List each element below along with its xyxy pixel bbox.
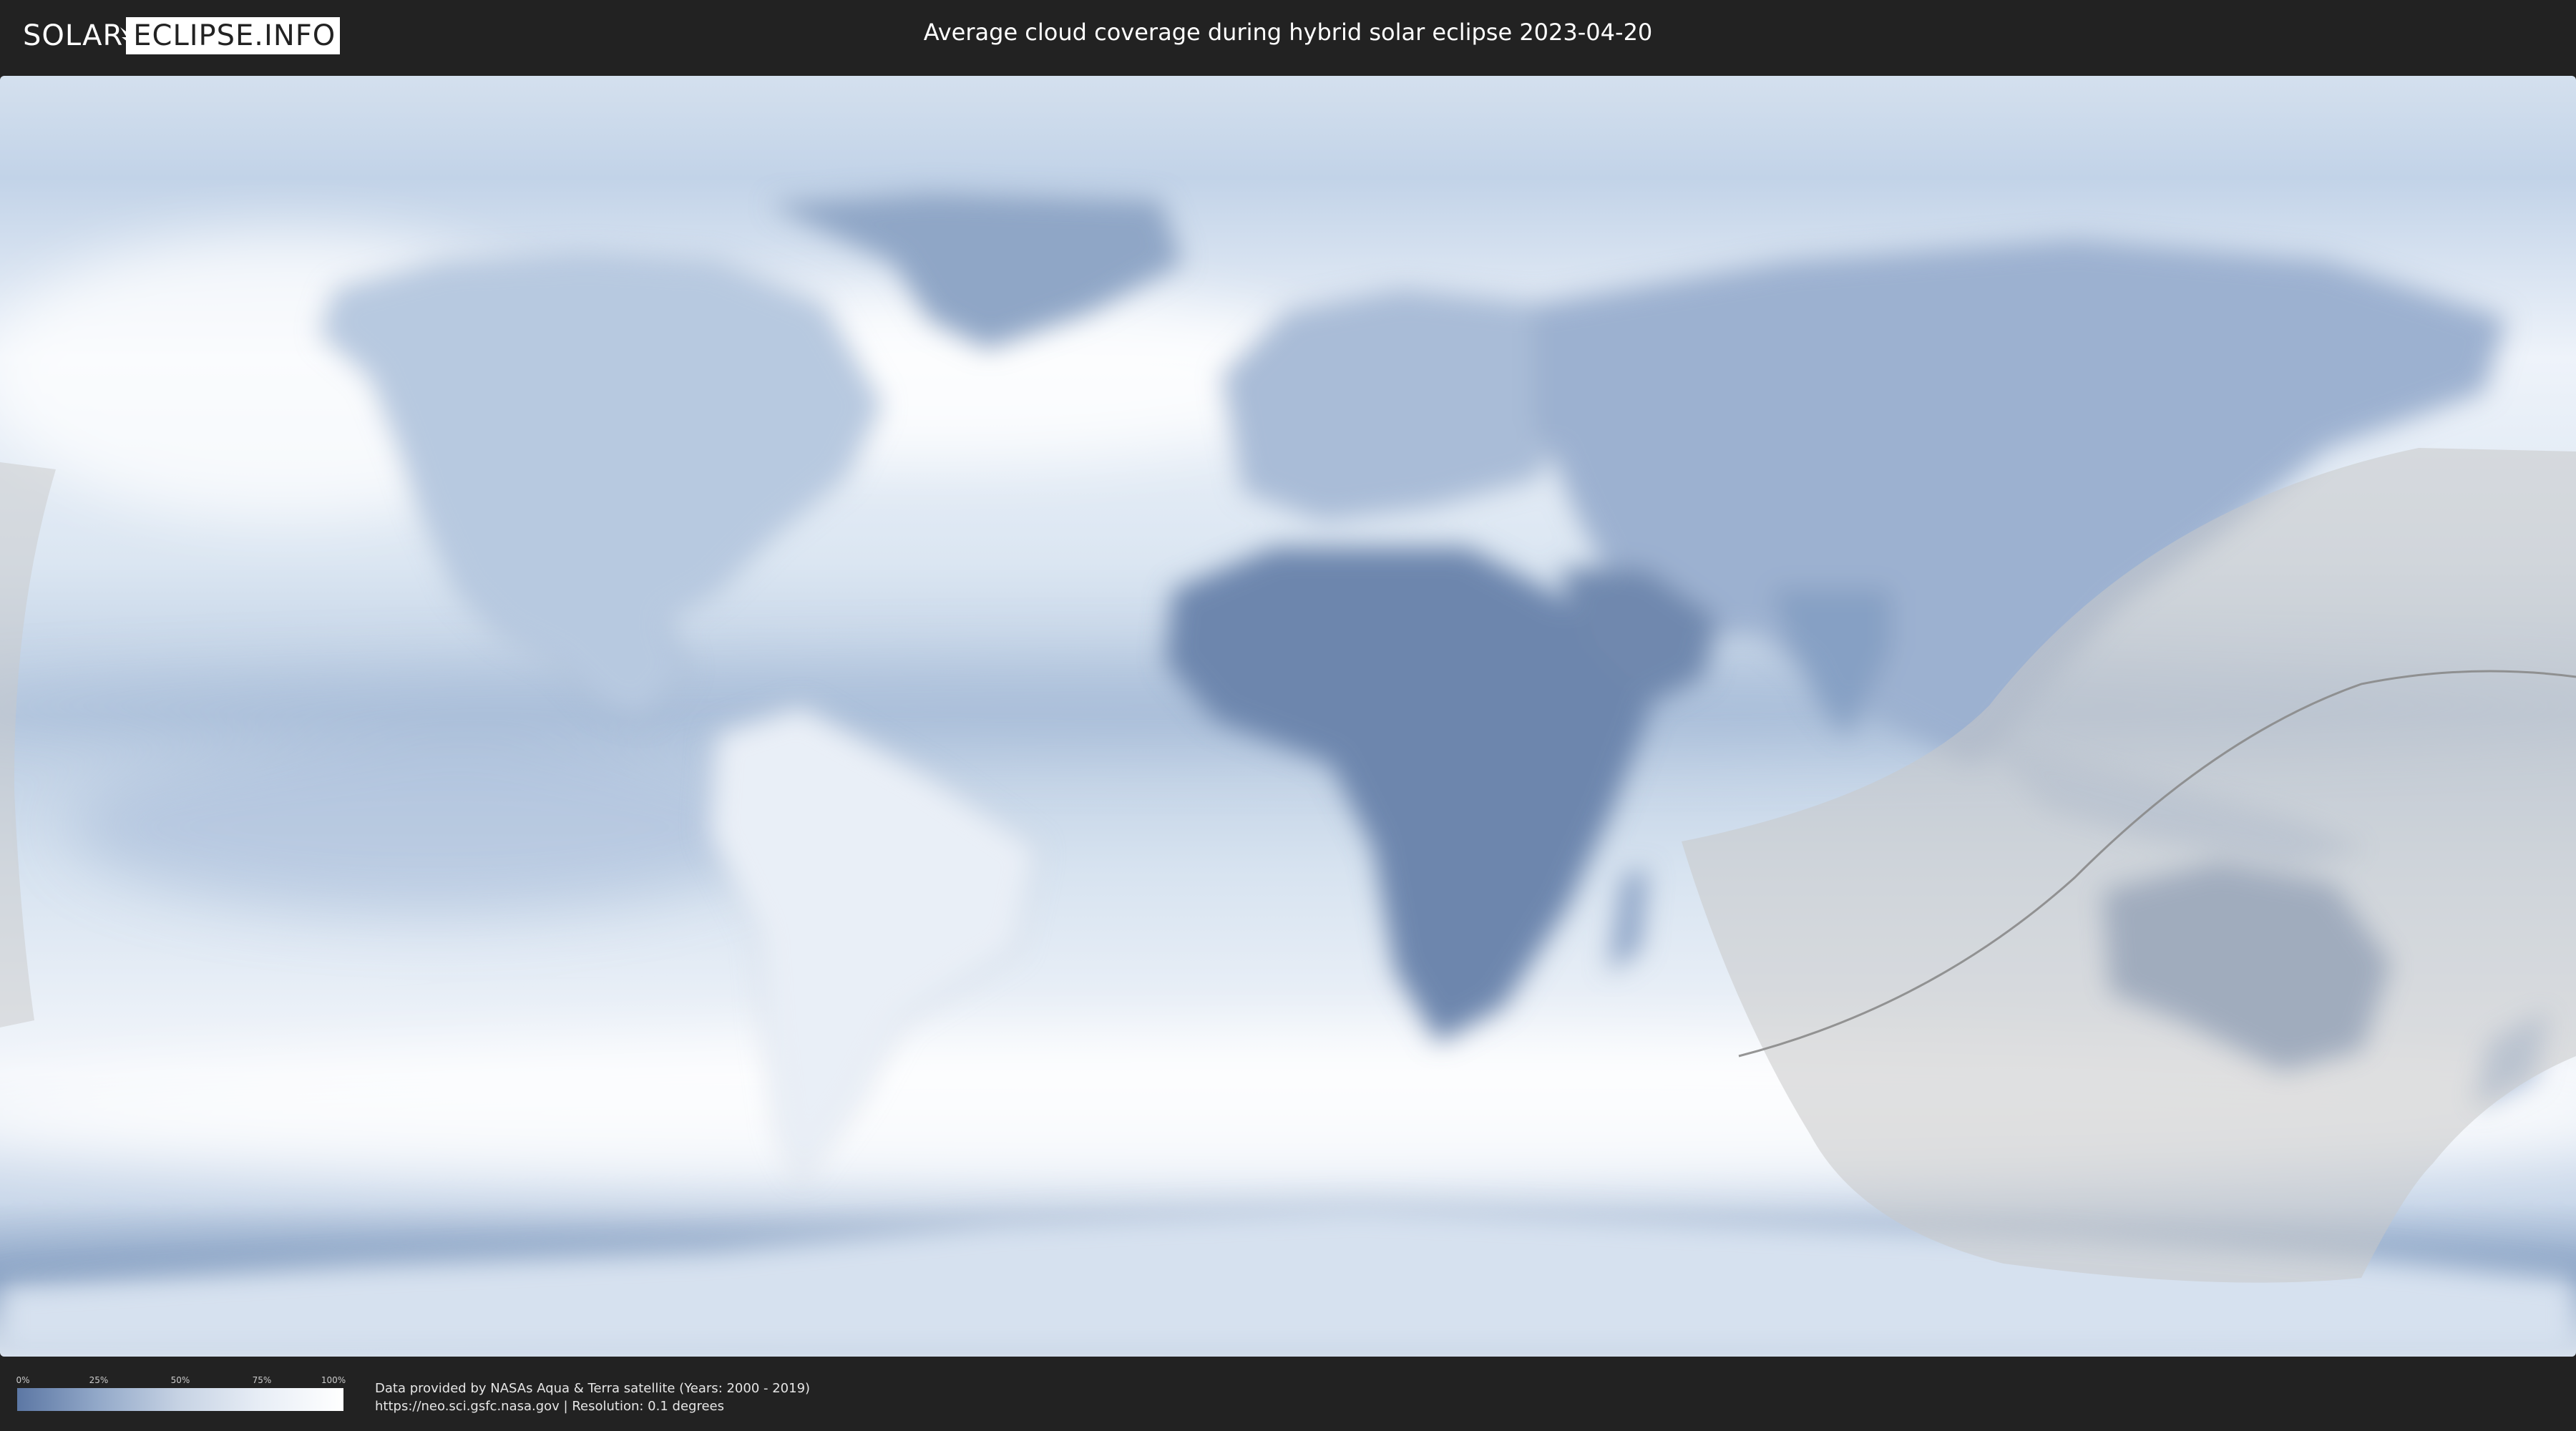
cloud-coverage-map[interactable] (0, 76, 2576, 1357)
legend-gradient-bar (17, 1388, 343, 1411)
legend-tick-50: 50% (170, 1375, 190, 1385)
legend-tick-100: 100% (321, 1375, 346, 1385)
bottom-bar: 0% 25% 50% 75% 100% Data provided by NAS… (0, 1358, 2576, 1431)
data-credits: Data provided by NASAs Aqua & Terra sate… (375, 1379, 810, 1415)
credits-line-url[interactable]: https://neo.sci.gsfc.nasa.gov | Resoluti… (375, 1397, 810, 1415)
legend-tick-75: 75% (252, 1375, 272, 1385)
page: SOLAR ECLIPSE.INFO Average cloud coverag… (0, 0, 2576, 1431)
cloud-coverage-legend: 0% 25% 50% 75% 100% (16, 1375, 346, 1411)
south-pacific-clear (72, 741, 787, 913)
legend-tick-0: 0% (16, 1375, 30, 1385)
legend-ticks: 0% 25% 50% 75% 100% (16, 1375, 346, 1387)
legend-tick-25: 25% (89, 1375, 109, 1385)
credits-line-source: Data provided by NASAs Aqua & Terra sate… (375, 1381, 811, 1396)
page-title: Average cloud coverage during hybrid sol… (923, 19, 1653, 46)
world-map-svg[interactable] (0, 76, 2576, 1357)
top-bar: SOLAR ECLIPSE.INFO Average cloud coverag… (0, 0, 2576, 72)
